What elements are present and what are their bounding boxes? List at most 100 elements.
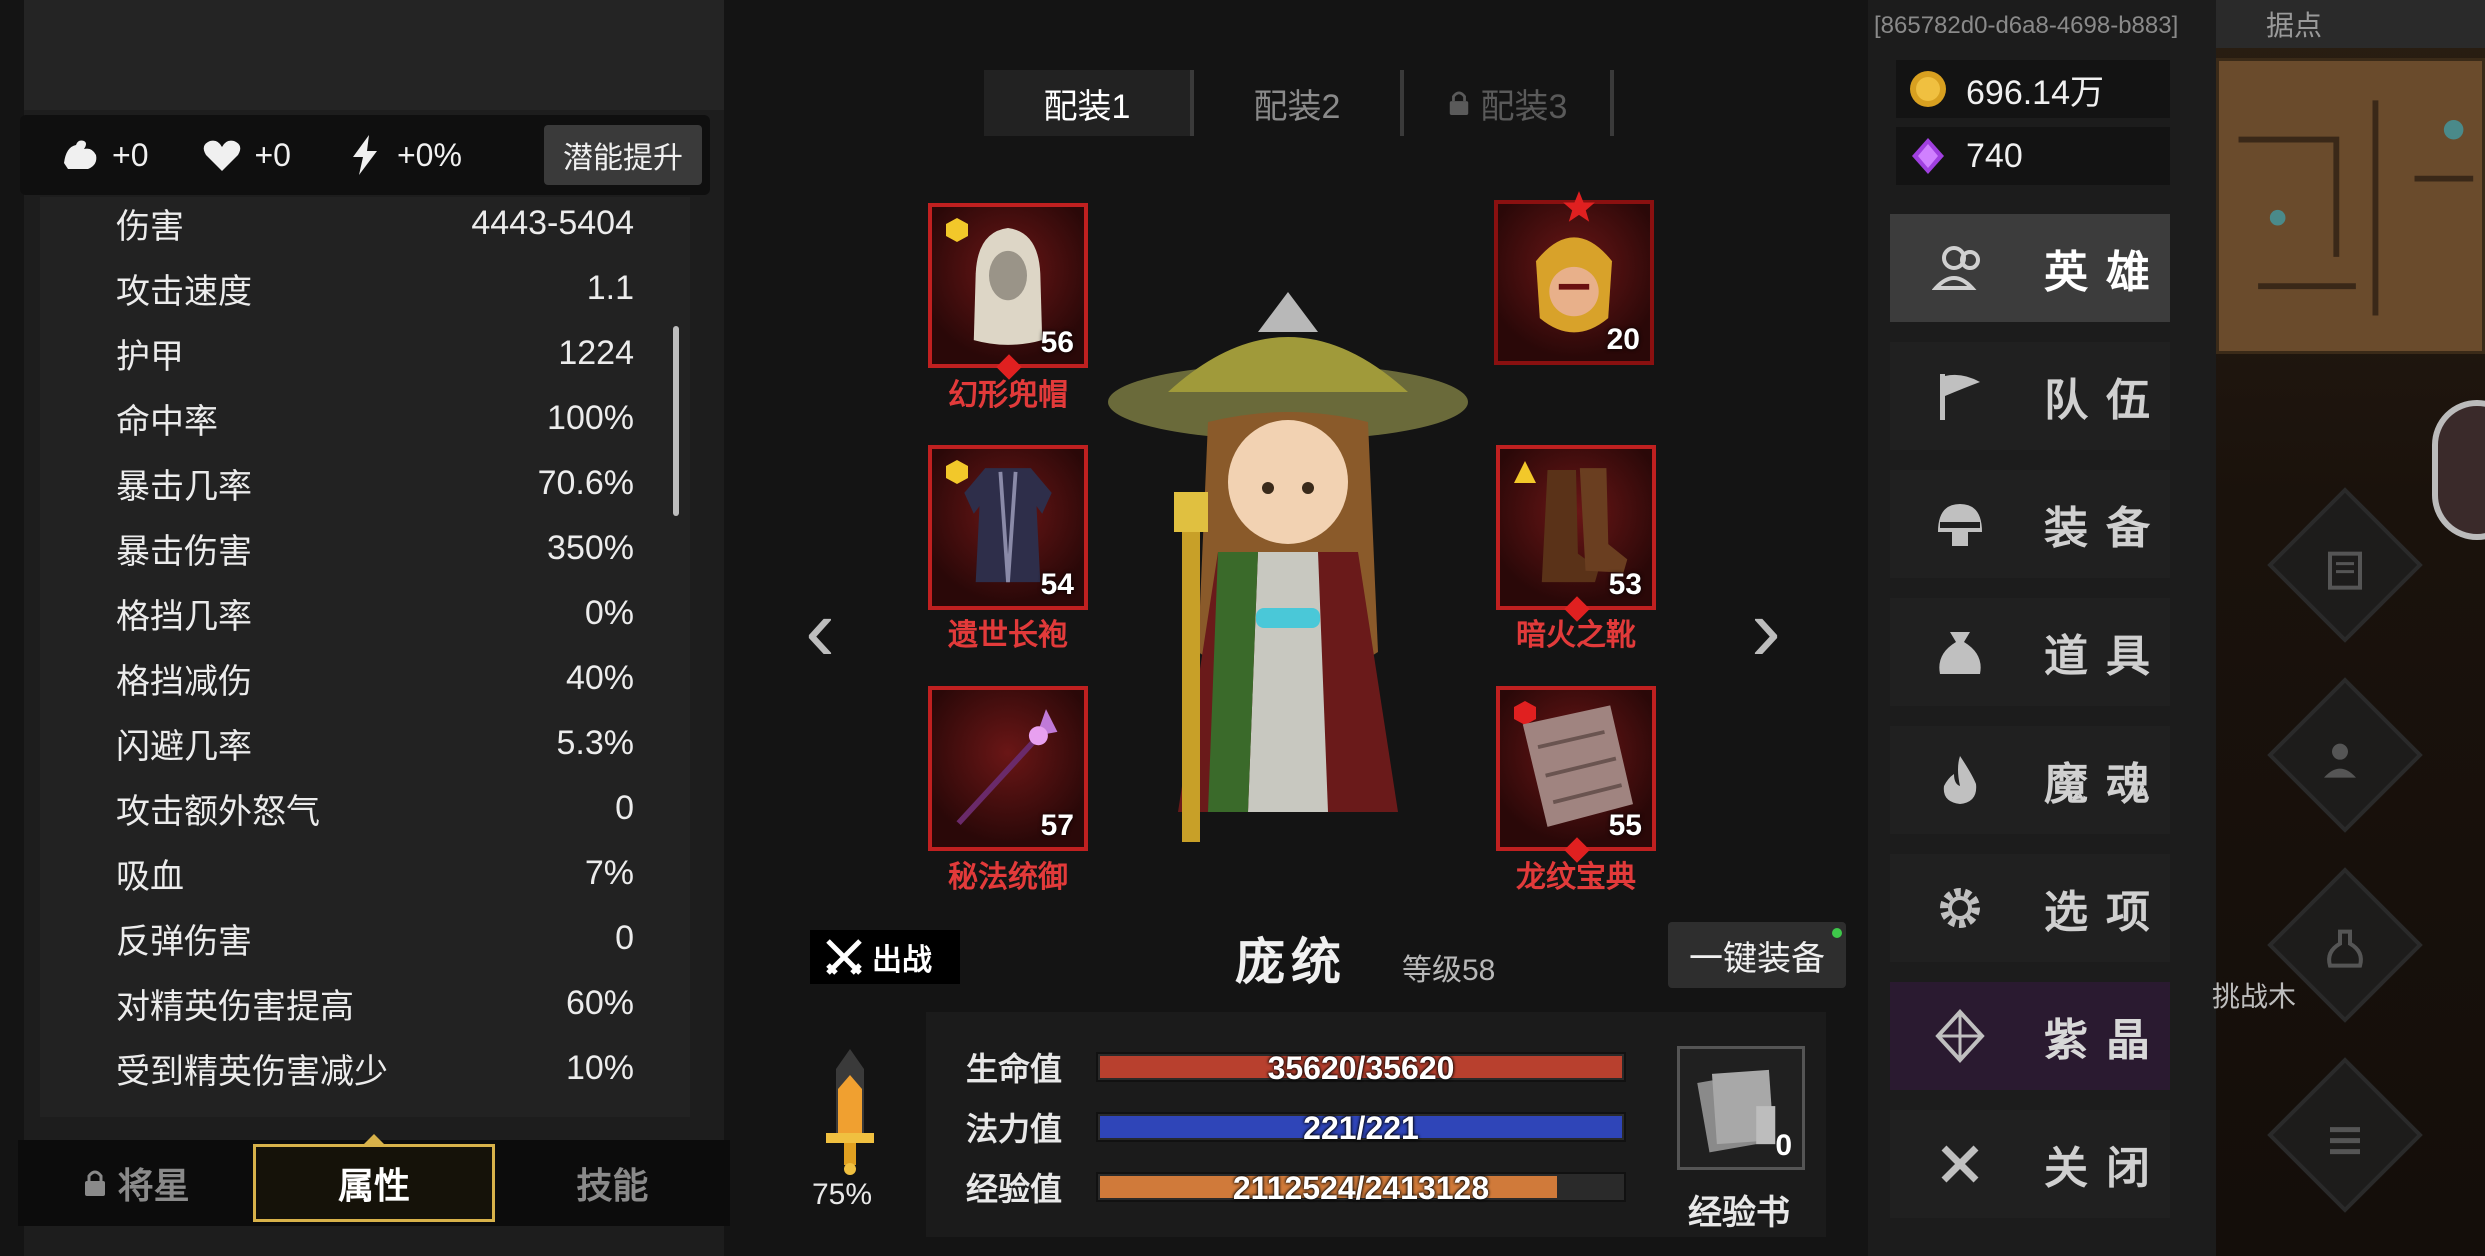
menu-hero[interactable]: 英雄: [1890, 214, 2170, 322]
exp-book-item[interactable]: 0: [1677, 1046, 1805, 1170]
menu-options[interactable]: 选项: [1890, 854, 2170, 962]
tab-loadout-3[interactable]: 配装3: [1404, 70, 1614, 136]
tab-label: 配装2: [1253, 87, 1341, 126]
hero-icon: [1932, 246, 1980, 290]
stats-scrollbar[interactable]: [673, 326, 679, 516]
equip-slot-armor[interactable]: 54: [928, 445, 1088, 610]
stat-label: 受到精英伤害减少: [116, 1053, 388, 1091]
menu-equipment[interactable]: 装备: [1890, 470, 2170, 578]
stat-label: 格挡几率: [116, 598, 252, 636]
equip-slot-weapon[interactable]: 57: [928, 686, 1088, 851]
stat-row: 伤害 4443-5404: [40, 197, 690, 256]
stats-list[interactable]: 伤害 4443-5404 攻击速度 1.1 护甲 1224 命中率 100% 暴击几率 7…: [40, 197, 690, 1117]
gear-icon: [1940, 888, 1980, 928]
menu-team[interactable]: 队伍: [1890, 342, 2170, 450]
prev-hero-arrow[interactable]: ‹: [790, 585, 850, 675]
hero-name: 庞统: [1235, 934, 1347, 990]
notification-dot: [1832, 928, 1842, 938]
equip-slot-helmet[interactable]: 56: [928, 203, 1088, 380]
energy-stat: +0%: [343, 133, 462, 177]
stat-value: 100%: [547, 399, 634, 437]
stat-value: 7%: [584, 854, 634, 892]
rage-sword-icon: [826, 1049, 874, 1175]
tab-generals[interactable]: 将星: [18, 1140, 253, 1226]
bag-icon: [1939, 632, 1981, 674]
stat-label: 攻击额外怒气: [116, 793, 320, 831]
stat-value: 1.1: [586, 269, 634, 307]
hp-bar: 35620/35620: [1096, 1052, 1626, 1084]
deploy-label: 出战: [872, 944, 932, 977]
menu-label: 装备: [2044, 504, 2168, 553]
tab-skills[interactable]: 技能: [495, 1140, 730, 1226]
hp-label: 生命值: [966, 1051, 1063, 1087]
menu-soul[interactable]: 魔魂: [1890, 726, 2170, 834]
stat-row: 暴击伤害 350%: [40, 516, 690, 581]
loadout-tabs: 配装1 配装2 配装3: [984, 70, 1624, 136]
stronghold-tab[interactable]: 据点: [2216, 0, 2485, 48]
stat-label: 闪避几率: [116, 728, 252, 766]
menu-amethyst[interactable]: 紫晶: [1890, 982, 2170, 1090]
stat-value: 70.6%: [537, 464, 634, 502]
minimap[interactable]: [2216, 58, 2485, 354]
stat-row: 受到精英伤害减少 10%: [40, 1036, 690, 1101]
menu-label: 选项: [2044, 888, 2168, 937]
item-level: 57: [1040, 809, 1074, 842]
tab-loadout-1[interactable]: 配装1: [984, 70, 1194, 136]
bottom-tab-bar: 将星 属性 技能: [18, 1140, 730, 1226]
menu-items[interactable]: 道具: [1890, 598, 2170, 706]
stat-value: 10%: [565, 1049, 634, 1087]
tab-attributes[interactable]: 属性: [253, 1144, 495, 1222]
menu-label: 英雄: [2044, 248, 2168, 297]
menu-label: 道具: [2044, 632, 2168, 681]
item-level: 53: [1608, 568, 1642, 601]
stat-label: 格挡减伤: [116, 663, 252, 701]
minimap-walls: [2238, 100, 2474, 316]
mp-bar: 221/221: [1096, 1112, 1626, 1144]
strength-stat: +0: [58, 133, 148, 177]
stat-value: 40%: [565, 659, 634, 697]
vitality-stat: +0: [200, 133, 291, 177]
stat-value: 0: [615, 789, 634, 827]
stat-label: 命中率: [116, 403, 218, 441]
menu-close[interactable]: 关闭: [1890, 1110, 2170, 1218]
menu-label: 魔魂: [2044, 760, 2168, 809]
stat-row: 格挡几率 0%: [40, 581, 690, 646]
equip-slot-boots[interactable]: 53: [1496, 445, 1656, 622]
exp-bar: 2112524/2413128: [1096, 1170, 1626, 1206]
potion-icon: [2327, 929, 2363, 968]
stat-row: 格挡减伤 40%: [40, 646, 690, 711]
crystal-value: 740: [1966, 136, 2023, 175]
side-action-button[interactable]: [2432, 400, 2485, 540]
tab-label: 属性: [337, 1165, 410, 1206]
stat-row: 攻击额外怒气 0: [40, 776, 690, 841]
close-icon: [1941, 1145, 1979, 1183]
stat-label: 对精英伤害提高: [116, 988, 354, 1026]
item-name: 遗世长袍: [948, 619, 1068, 652]
auto-equip-label: 一键装备: [1689, 939, 1825, 978]
stat-row: 攻击速度 1.1: [40, 256, 690, 321]
active-tab-indicator: [362, 1134, 386, 1146]
deploy-button[interactable]: 出战: [810, 930, 960, 984]
rage-percent: 75%: [812, 1178, 873, 1211]
mp-bar-row: 法力值 221/221: [966, 1107, 1626, 1147]
purple-crystal-icon: [1912, 138, 1944, 174]
stat-label: 暴击伤害: [116, 533, 252, 571]
lock-icon: [84, 1170, 105, 1196]
equip-slot-companion[interactable]: 20: [1494, 200, 1654, 365]
menu-label: 关闭: [2044, 1144, 2168, 1193]
next-hero-arrow[interactable]: ›: [1736, 585, 1796, 675]
stat-row: 对精英伤害提高 60%: [40, 971, 690, 1036]
gold-value: 696.14万: [1966, 73, 2104, 112]
auto-equip-button[interactable]: 一键装备: [1668, 922, 1846, 988]
stat-value: 0%: [584, 594, 634, 632]
tab-loadout-2[interactable]: 配装2: [1194, 70, 1404, 136]
star-icon: [1563, 191, 1595, 222]
item-name: 秘法统御: [948, 861, 1068, 894]
potential-bar: +0 +0 +0% 潜能提升: [20, 115, 710, 195]
lightning-icon: [352, 135, 377, 175]
stat-row: 命中率 100%: [40, 386, 690, 451]
potential-upgrade-button[interactable]: 潜能提升: [544, 125, 702, 185]
equip-slot-offhand[interactable]: 55: [1496, 686, 1656, 863]
exp-value: 2112524/2413128: [1232, 1170, 1490, 1206]
companion-level: 20: [1606, 323, 1640, 356]
